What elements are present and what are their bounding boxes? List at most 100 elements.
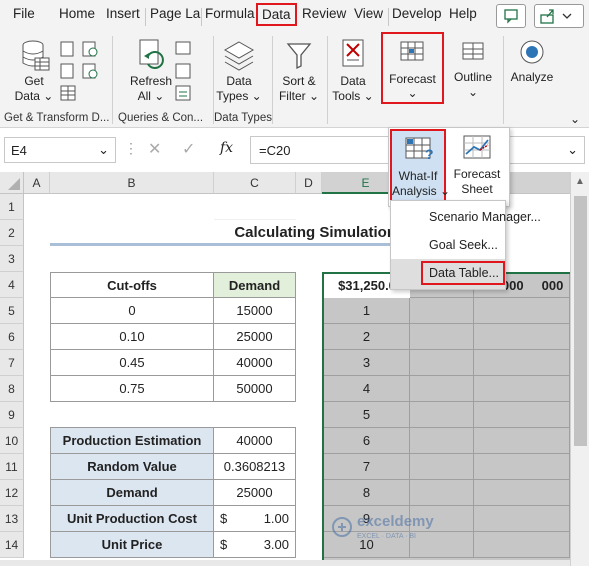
row-header[interactable]: 13 (0, 506, 24, 532)
data-table-result-cell[interactable] (474, 324, 538, 350)
menu-item-scenario-manager[interactable]: Scenario Manager... (391, 203, 541, 231)
data-types-icon[interactable] (222, 40, 256, 74)
select-all-corner[interactable] (0, 172, 24, 194)
table1-cutoff-cell[interactable]: 0.10 (50, 323, 214, 350)
data-table-result-cell[interactable] (536, 532, 570, 558)
small-data-icons-2[interactable] (80, 40, 100, 84)
data-types-label[interactable]: Data Types ⌄ (216, 74, 262, 104)
data-table-result-cell[interactable] (410, 454, 474, 480)
table2-label-cell[interactable]: Demand (50, 479, 214, 506)
table2-label-cell[interactable]: Unit Price (50, 531, 214, 558)
name-box[interactable]: E4 ⌄ (4, 137, 116, 163)
share-button[interactable] (534, 4, 584, 28)
tab-home[interactable]: Home (59, 6, 95, 21)
tab-file[interactable]: File (13, 6, 35, 21)
tab-review[interactable]: Review (302, 6, 346, 21)
forecast-sheet-button[interactable]: Forecast Sheet (448, 129, 506, 203)
data-table-result-cell[interactable] (536, 298, 570, 324)
row-header[interactable]: 4 (0, 272, 24, 298)
tab-help[interactable]: Help (449, 6, 477, 21)
column-header-a[interactable]: A (24, 172, 50, 194)
table1-demand-cell[interactable]: 40000 (213, 349, 296, 376)
data-table-result-cell[interactable] (474, 480, 538, 506)
data-table-input-cell[interactable]: 6 (324, 428, 410, 454)
tab-formulas[interactable]: Formula (205, 6, 255, 21)
row-header[interactable]: 12 (0, 480, 24, 506)
table1-cutoff-cell[interactable]: 0 (50, 297, 214, 324)
data-table-result-cell[interactable] (474, 428, 538, 454)
table1-demand-cell[interactable]: 50000 (213, 375, 296, 402)
data-tools-icon[interactable] (338, 38, 368, 72)
tab-data[interactable]: Data (256, 3, 297, 26)
data-table-input-cell[interactable]: 4 (324, 376, 410, 402)
data-table-input-cell[interactable]: 3 (324, 350, 410, 376)
tab-developer[interactable]: Develop (392, 6, 442, 21)
table2-label-cell[interactable]: Unit Production Cost (50, 505, 214, 532)
filter-icon[interactable] (284, 40, 314, 72)
sort-filter-label[interactable]: Sort & Filter ⌄ (276, 74, 322, 104)
data-table-result-cell[interactable] (536, 324, 570, 350)
row-header[interactable]: 7 (0, 350, 24, 376)
get-data-label[interactable]: Get Data ⌄ (14, 74, 54, 104)
row-header[interactable]: 8 (0, 376, 24, 402)
data-table-result-cell[interactable] (474, 532, 538, 558)
insert-function-icon[interactable]: fx (220, 140, 233, 156)
table2-value-cell[interactable]: 40000 (213, 427, 296, 454)
data-table-input-cell[interactable]: 5 (324, 402, 410, 428)
row-header[interactable]: 6 (0, 324, 24, 350)
refresh-all-label[interactable]: Refresh All ⌄ (128, 74, 174, 104)
data-table-result-cell[interactable] (536, 454, 570, 480)
table2-label-cell[interactable]: Random Value (50, 453, 214, 480)
column-header-b[interactable]: B (50, 172, 214, 194)
data-table-result-cell[interactable] (410, 350, 474, 376)
data-table-input-cell[interactable]: 1 (324, 298, 410, 324)
forecast-button[interactable]: Forecast ⌄ (381, 32, 444, 104)
data-table-result-cell[interactable] (536, 506, 570, 532)
data-table-result-cell[interactable] (474, 402, 538, 428)
row-header[interactable]: 3 (0, 246, 24, 272)
table1-header-demand[interactable]: Demand (213, 272, 296, 298)
table1-header-cutoffs[interactable]: Cut-offs (50, 272, 214, 298)
row-header[interactable]: 1 (0, 194, 24, 220)
what-if-analysis-button[interactable]: ? What-If Analysis ⌄ (390, 129, 450, 203)
outline-icon[interactable] (460, 40, 486, 66)
table1-cutoff-cell[interactable]: 0.75 (50, 375, 214, 402)
data-table-result-cell[interactable] (536, 402, 570, 428)
get-data-icon[interactable] (16, 38, 52, 74)
data-table-input-cell[interactable]: 2 (324, 324, 410, 350)
enter-icon[interactable]: ✓ (182, 139, 195, 159)
data-table-result-cell[interactable] (536, 350, 570, 376)
row-header[interactable]: 2 (0, 220, 24, 246)
data-table-result-cell[interactable] (410, 376, 474, 402)
comments-button[interactable] (496, 4, 526, 28)
small-data-icons[interactable] (58, 40, 78, 106)
data-table-result-cell[interactable] (474, 298, 538, 324)
menu-item-goal-seek[interactable]: Goal Seek... (391, 231, 505, 259)
table2-value-cell[interactable]: $3.00 (213, 531, 296, 558)
row-header[interactable]: 5 (0, 298, 24, 324)
data-table-result-cell[interactable] (410, 298, 474, 324)
menu-item-data-table[interactable]: Data Table... (421, 261, 505, 285)
row-header[interactable]: 14 (0, 532, 24, 558)
data-table-result-cell[interactable] (536, 480, 570, 506)
analyze-icon[interactable] (517, 38, 547, 68)
column-header-d[interactable]: D (296, 172, 322, 194)
data-table-result-cell[interactable] (474, 350, 538, 376)
table2-label-cell[interactable]: Production Estimation (50, 427, 214, 454)
data-table-result-cell[interactable] (474, 376, 538, 402)
row-header[interactable]: 11 (0, 454, 24, 480)
table2-value-cell[interactable]: $1.00 (213, 505, 296, 532)
row-header[interactable]: 9 (0, 402, 24, 428)
tab-page-layout[interactable]: Page La (150, 6, 200, 21)
table1-demand-cell[interactable]: 15000 (213, 297, 296, 324)
refresh-icon[interactable] (136, 38, 168, 72)
data-table-result-cell[interactable] (474, 454, 538, 480)
queries-icons[interactable] (173, 40, 193, 106)
data-table-result-cell[interactable] (410, 324, 474, 350)
table1-cutoff-cell[interactable]: 0.45 (50, 349, 214, 376)
tab-insert[interactable]: Insert (106, 6, 140, 21)
data-tools-label[interactable]: Data Tools ⌄ (330, 74, 376, 104)
data-table-result-cell[interactable] (536, 376, 570, 402)
tab-view[interactable]: View (354, 6, 383, 21)
table1-demand-cell[interactable]: 25000 (213, 323, 296, 350)
